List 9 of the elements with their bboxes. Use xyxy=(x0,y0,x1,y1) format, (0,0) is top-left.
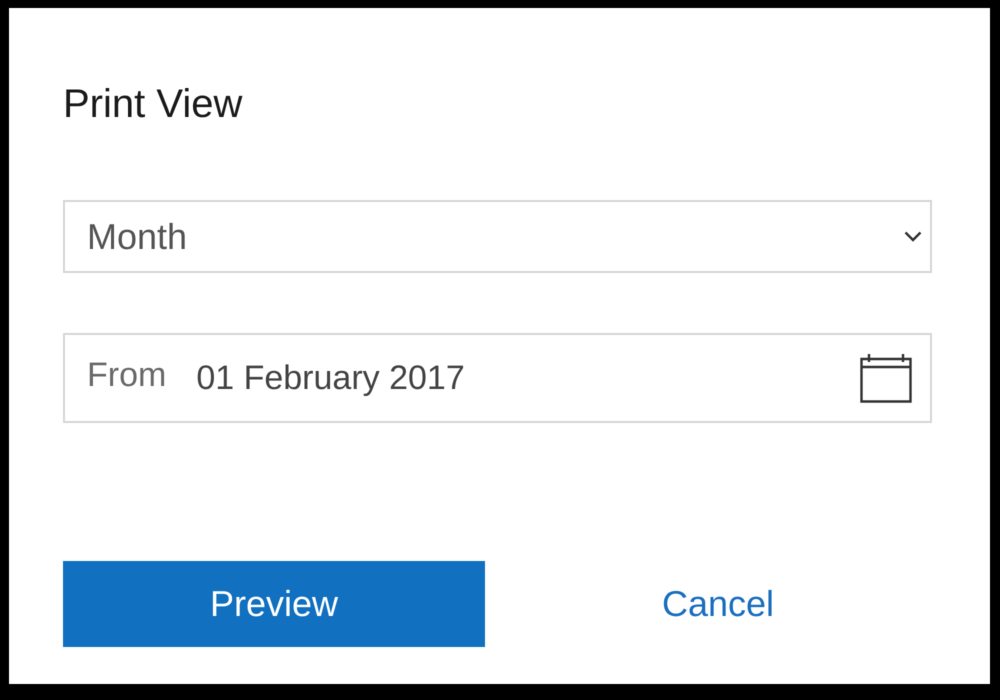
date-value: 01 February 2017 xyxy=(196,358,466,398)
view-dropdown[interactable]: Month xyxy=(63,200,932,273)
chevron-down-icon xyxy=(904,231,922,242)
cancel-link[interactable]: Cancel xyxy=(589,561,847,647)
date-field-label: From xyxy=(87,356,166,394)
preview-button[interactable]: Preview xyxy=(63,561,485,647)
calendar-icon[interactable] xyxy=(860,353,912,403)
dialog-title: Print View xyxy=(63,81,244,128)
date-field[interactable]: From 01 February 2017 xyxy=(63,333,932,423)
